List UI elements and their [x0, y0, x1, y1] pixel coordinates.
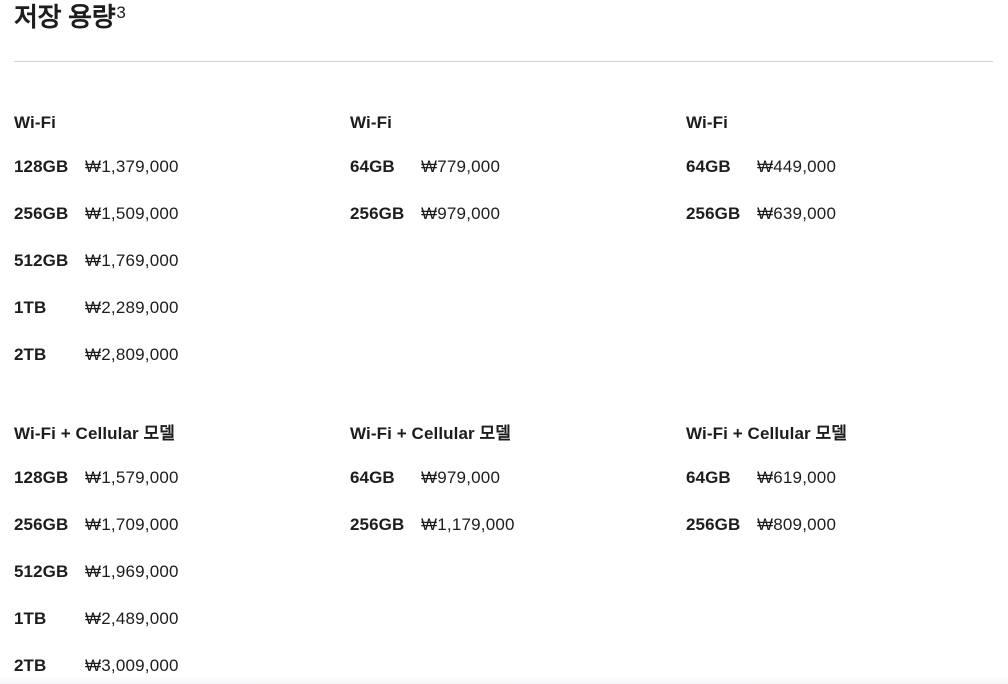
- price-row: 1TB ₩2,489,000: [14, 607, 334, 631]
- price-row: 64GB ₩619,000: [686, 466, 1006, 490]
- capacity-label: 2TB: [14, 345, 47, 364]
- section-divider: [14, 61, 993, 62]
- capacity-label: 1TB: [14, 298, 47, 317]
- price-row: 2TB ₩3,009,000: [14, 654, 334, 678]
- footnote-marker[interactable]: 3: [116, 2, 125, 24]
- price-value: ₩1,579,000: [85, 468, 179, 487]
- price-value: ₩2,809,000: [85, 345, 179, 364]
- price-row: 2TB ₩2,809,000: [14, 343, 334, 367]
- group-title: Wi-Fi + Cellular 모델: [686, 424, 848, 443]
- price-value: ₩639,000: [757, 204, 837, 223]
- group-title: Wi-Fi: [686, 113, 728, 132]
- capacity-label: 64GB: [350, 468, 395, 487]
- storage-group-col1-wifi: Wi-Fi 128GB ₩1,379,000 256GB ₩1,509,000 …: [14, 111, 334, 367]
- price-row: 64GB ₩449,000: [686, 155, 1006, 179]
- capacity-label: 128GB: [14, 468, 69, 487]
- price-list: 128GB ₩1,379,000 256GB ₩1,509,000 512GB …: [14, 155, 334, 367]
- price-row: 1TB ₩2,289,000: [14, 296, 334, 320]
- price-row: 128GB ₩1,579,000: [14, 466, 334, 490]
- group-title: Wi-Fi + Cellular 모델: [14, 424, 176, 443]
- price-row: 256GB ₩1,509,000: [14, 202, 334, 226]
- price-row: 64GB ₩979,000: [350, 466, 670, 490]
- capacity-label: 256GB: [350, 204, 405, 223]
- price-list: 128GB ₩1,579,000 256GB ₩1,709,000 512GB …: [14, 466, 334, 678]
- price-row: 512GB ₩1,769,000: [14, 249, 334, 273]
- price-value: ₩809,000: [757, 515, 837, 534]
- price-value: ₩1,379,000: [85, 157, 179, 176]
- price-row: 512GB ₩1,969,000: [14, 560, 334, 584]
- capacity-label: 256GB: [14, 204, 69, 223]
- group-title: Wi-Fi + Cellular 모델: [350, 424, 512, 443]
- section-heading: 저장 용량 3: [14, 0, 126, 34]
- capacity-label: 256GB: [14, 515, 69, 534]
- price-value: ₩2,489,000: [85, 609, 179, 628]
- capacity-label: 128GB: [14, 157, 69, 176]
- storage-group-col3-cellular: Wi-Fi + Cellular 모델 64GB ₩619,000 256GB …: [686, 422, 1006, 537]
- price-value: ₩1,509,000: [85, 204, 179, 223]
- price-value: ₩1,179,000: [421, 515, 515, 534]
- price-value: ₩1,709,000: [85, 515, 179, 534]
- price-value: ₩779,000: [421, 157, 501, 176]
- storage-group-col2-wifi: Wi-Fi 64GB ₩779,000 256GB ₩979,000: [350, 111, 670, 226]
- price-row: 64GB ₩779,000: [350, 155, 670, 179]
- price-value: ₩619,000: [757, 468, 837, 487]
- capacity-label: 2TB: [14, 656, 47, 675]
- group-title: Wi-Fi: [14, 113, 56, 132]
- price-row: 256GB ₩1,709,000: [14, 513, 334, 537]
- capacity-label: 512GB: [14, 562, 69, 581]
- capacity-label: 256GB: [686, 515, 741, 534]
- price-row: 256GB ₩809,000: [686, 513, 1006, 537]
- capacity-label: 512GB: [14, 251, 69, 270]
- price-value: ₩3,009,000: [85, 656, 179, 675]
- capacity-label: 256GB: [686, 204, 741, 223]
- price-list: 64GB ₩449,000 256GB ₩639,000: [686, 155, 1006, 226]
- section-title: 저장 용량: [14, 2, 116, 32]
- group-title: Wi-Fi: [350, 113, 392, 132]
- price-row: 256GB ₩979,000: [350, 202, 670, 226]
- price-value: ₩2,289,000: [85, 298, 179, 317]
- price-value: ₩449,000: [757, 157, 837, 176]
- price-list: 64GB ₩619,000 256GB ₩809,000: [686, 466, 1006, 537]
- price-row: 256GB ₩1,179,000: [350, 513, 670, 537]
- capacity-label: 64GB: [686, 468, 731, 487]
- price-list: 64GB ₩979,000 256GB ₩1,179,000: [350, 466, 670, 537]
- price-value: ₩979,000: [421, 468, 501, 487]
- price-list: 64GB ₩779,000 256GB ₩979,000: [350, 155, 670, 226]
- price-value: ₩979,000: [421, 204, 501, 223]
- storage-group-col2-cellular: Wi-Fi + Cellular 모델 64GB ₩979,000 256GB …: [350, 422, 670, 537]
- bottom-fade: [0, 676, 1008, 684]
- capacity-label: 64GB: [350, 157, 395, 176]
- price-value: ₩1,969,000: [85, 562, 179, 581]
- capacity-label: 1TB: [14, 609, 47, 628]
- price-row: 128GB ₩1,379,000: [14, 155, 334, 179]
- price-row: 256GB ₩639,000: [686, 202, 1006, 226]
- capacity-label: 64GB: [686, 157, 731, 176]
- capacity-label: 256GB: [350, 515, 405, 534]
- storage-group-col3-wifi: Wi-Fi 64GB ₩449,000 256GB ₩639,000: [686, 111, 1006, 226]
- storage-group-col1-cellular: Wi-Fi + Cellular 모델 128GB ₩1,579,000 256…: [14, 422, 334, 678]
- price-value: ₩1,769,000: [85, 251, 179, 270]
